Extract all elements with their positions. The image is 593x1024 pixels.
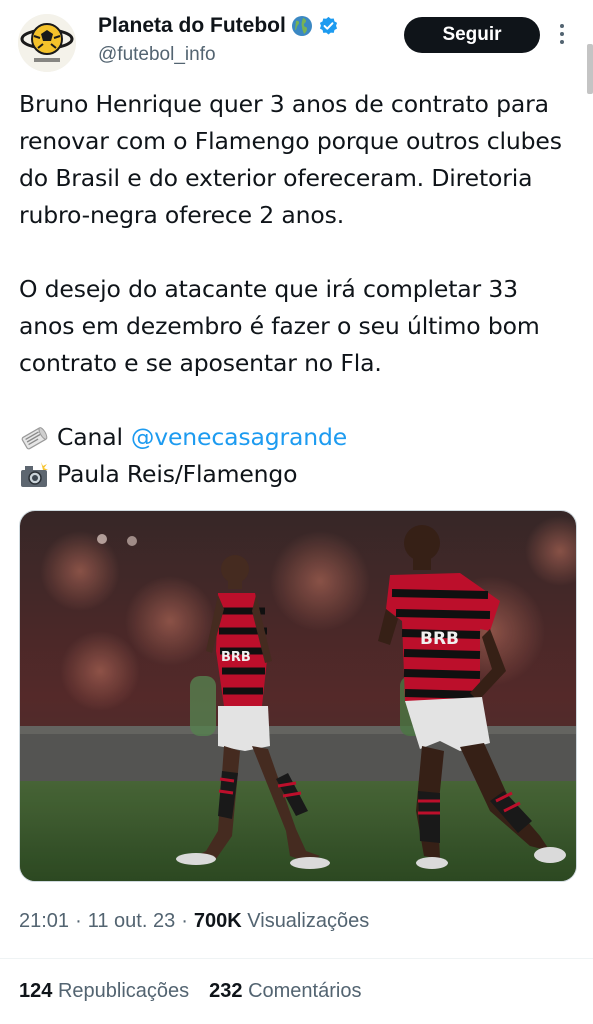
tweet-time[interactable]: 21:01 xyxy=(19,910,69,933)
verified-badge-icon xyxy=(318,16,339,37)
views-count: 700K xyxy=(193,910,242,932)
reposts-label: Republicações xyxy=(57,980,190,1002)
reposts-count: 124 xyxy=(19,980,53,1002)
comments-stat[interactable]: 232 Comentários xyxy=(209,980,361,1003)
name-row: Planeta do Futebol xyxy=(98,14,339,38)
channel-line: Canal @venecasagrande xyxy=(19,419,579,456)
meta-separator-1: · xyxy=(75,910,82,932)
globe-icon xyxy=(291,15,313,37)
newspaper-emoji-icon xyxy=(19,423,49,453)
scrollbar[interactable] xyxy=(587,44,593,94)
tweet-header: Planeta do Futebol @futebol_info Seguir xyxy=(0,0,593,94)
divider xyxy=(0,958,593,959)
comments-label: Comentários xyxy=(248,980,362,1002)
tweet-meta: 21:01 · 11 out. 23 · 700K Visualizações xyxy=(19,910,369,933)
photo-credit-line: Paula Reis/Flamengo xyxy=(19,456,579,493)
tweet-date[interactable]: 11 out. 23 xyxy=(88,910,175,933)
display-name[interactable]: Planeta do Futebol xyxy=(98,14,286,38)
avatar[interactable] xyxy=(18,14,76,72)
photo-credit: Paula Reis/Flamengo xyxy=(57,460,298,488)
camera-flash-emoji-icon xyxy=(19,460,49,490)
views-label: Visualizações xyxy=(247,910,370,932)
handle[interactable]: @futebol_info xyxy=(98,44,216,66)
tweet-text: Bruno Henrique quer 3 anos de contrato p… xyxy=(19,86,579,493)
tweet-paragraph-2: O desejo do atacante que irá completar 3… xyxy=(19,275,540,377)
channel-mention-link[interactable]: @venecasagrande xyxy=(131,419,347,456)
tweet-photo[interactable]: BRB BRB xyxy=(19,510,577,882)
more-dots-icon[interactable] xyxy=(557,22,567,48)
tweet-paragraph-1: Bruno Henrique quer 3 anos de contrato p… xyxy=(19,90,562,229)
comments-count: 232 xyxy=(209,980,243,1002)
channel-label: Canal xyxy=(57,423,123,451)
football-players-photo: BRB BRB xyxy=(20,511,576,881)
reposts-stat[interactable]: 124 Republicações xyxy=(19,980,189,1003)
follow-button[interactable]: Seguir xyxy=(404,17,540,53)
tweet-stats: 124 Republicações 232 Comentários xyxy=(19,980,361,1003)
planeta-logo-icon xyxy=(18,14,76,72)
meta-separator-2: · xyxy=(181,910,188,932)
